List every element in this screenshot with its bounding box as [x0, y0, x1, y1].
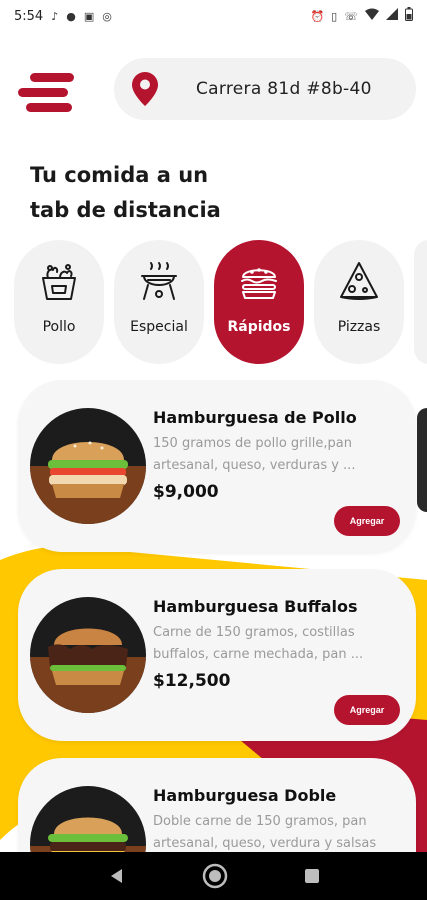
apple-icon: ●: [66, 9, 76, 23]
product-description: 150 gramos de pollo grille,pan artesanal…: [153, 436, 356, 473]
category-label: Especial: [130, 319, 188, 335]
battery-icon: [405, 7, 413, 25]
category-rapidos[interactable]: Rápidos: [214, 240, 304, 364]
address-selector[interactable]: Carrera 81d #8b-40: [114, 58, 416, 120]
product-image: [30, 597, 146, 713]
product-price: $9,000: [153, 482, 219, 502]
product-name: Hamburguesa Buffalos: [153, 597, 358, 616]
product-name: Hamburguesa de Pollo: [153, 408, 357, 427]
category-pollo[interactable]: Pollo: [14, 240, 104, 364]
image-icon: ▣: [83, 9, 95, 23]
signal-icon: [386, 8, 398, 24]
system-nav-bar: [0, 852, 427, 900]
category-list: Pollo Especial Rápidos Pizzas: [14, 240, 427, 364]
status-bar: 5:54 ♪ ● ▣ ◎ ⏰ ▯ ☏: [0, 0, 427, 32]
category-label: Pollo: [42, 319, 76, 335]
add-button[interactable]: Agregar: [334, 695, 400, 725]
page-headline: Tu comida a un tab de distancia: [30, 163, 221, 222]
location-pin-icon: [132, 72, 158, 106]
menu-icon[interactable]: [18, 73, 74, 113]
pizza-icon: [340, 262, 378, 300]
home-icon[interactable]: [201, 862, 229, 890]
status-time: 5:54: [14, 8, 44, 24]
chicken-bucket-icon: [42, 264, 76, 300]
category-especial[interactable]: Especial: [114, 240, 204, 364]
category-pizzas[interactable]: Pizzas: [314, 240, 404, 364]
category-more[interactable]: [414, 240, 427, 364]
recents-icon[interactable]: [304, 868, 320, 884]
burger-icon: [241, 268, 277, 299]
address-text: Carrera 81d #8b-40: [196, 79, 372, 99]
wifi-icon: [365, 8, 379, 24]
product-description: Doble carne de 150 gramos, pan artesanal…: [153, 814, 377, 851]
alarm-icon: ⏰: [310, 9, 325, 23]
product-description: Carne de 150 gramos, costillas buffalos,…: [153, 625, 364, 662]
product-card[interactable]: Hamburguesa de Pollo 150 gramos de pollo…: [18, 380, 416, 552]
volte-icon: ☏: [344, 9, 358, 23]
side-scroll-tab[interactable]: [417, 408, 427, 512]
add-button[interactable]: Agregar: [334, 506, 400, 536]
product-name: Hamburguesa Doble: [153, 786, 337, 805]
product-price: $12,500: [153, 671, 231, 691]
vibrate-icon: ▯: [331, 9, 338, 23]
shazam-icon: ◎: [102, 9, 112, 23]
category-label: Pizzas: [337, 319, 381, 335]
grill-icon: [141, 262, 177, 300]
product-image: [30, 408, 146, 524]
product-card[interactable]: Hamburguesa Buffalos Carne de 150 gramos…: [18, 569, 416, 741]
back-icon[interactable]: [108, 867, 126, 885]
category-label: Rápidos: [227, 319, 291, 335]
tiktok-icon: ♪: [51, 9, 59, 23]
